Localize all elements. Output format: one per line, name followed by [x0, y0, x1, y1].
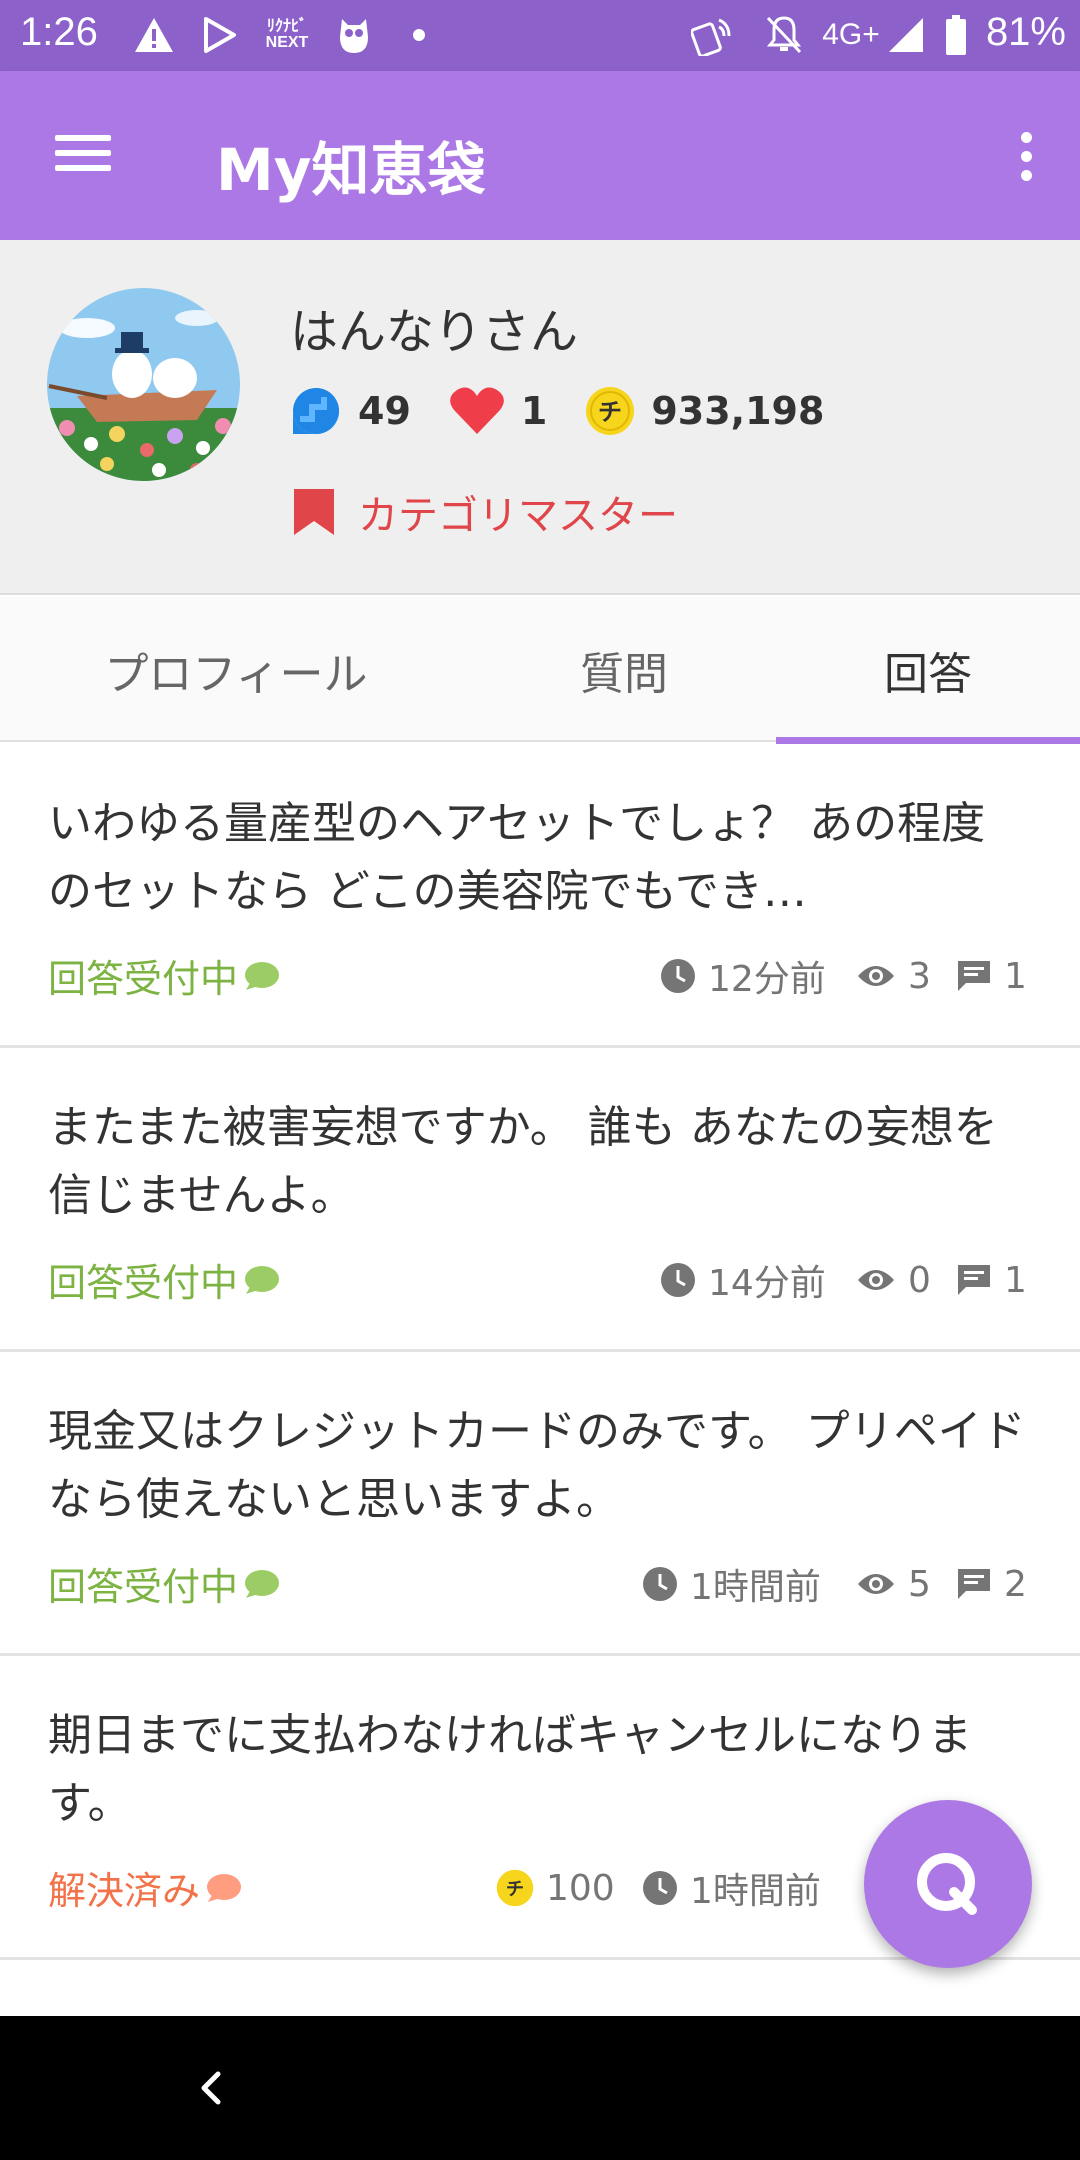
- time-metric: 1時間前: [642, 1560, 821, 1608]
- time-metric: 14分前: [660, 1256, 826, 1304]
- tab-profile[interactable]: プロフィール: [0, 597, 472, 742]
- tab-bar: プロフィール 質問 回答: [0, 597, 1080, 744]
- badge-label: カテゴリマスター: [358, 493, 678, 539]
- eye-icon: [858, 1574, 894, 1594]
- speech-bubble-icon: [207, 1873, 242, 1902]
- views-metric: 5: [856, 1560, 931, 1608]
- comments-metric: 1: [956, 1256, 1027, 1304]
- status-time: 1:26: [20, 10, 98, 54]
- views-metric: 0: [856, 1256, 931, 1304]
- coin-icon: チ: [496, 1869, 534, 1907]
- signal-icon: [888, 14, 924, 56]
- comment-icon: [958, 1569, 990, 1599]
- owl-icon: [334, 14, 374, 56]
- status-badge: 解決済み: [48, 1860, 242, 1915]
- clock-icon: [643, 1871, 677, 1905]
- answers-count: 49: [358, 389, 411, 433]
- tab-questions[interactable]: 質問: [472, 597, 776, 742]
- heart-icon: [450, 387, 504, 434]
- battery-percent: 81%: [985, 10, 1066, 54]
- svg-text:チ: チ: [598, 398, 622, 426]
- nfc-icon: [690, 14, 738, 56]
- app-bar: My知恵袋: [0, 71, 1080, 240]
- time-metric: 1時間前: [642, 1864, 821, 1912]
- play-store-icon: [200, 14, 240, 56]
- network-type: 4G+: [822, 18, 880, 51]
- answer-text: いわゆる量産型のヘアセットでしょ？ あの程度のセットなら どこの美容院でもでき…: [48, 798, 986, 917]
- battery-icon: [944, 14, 968, 56]
- active-tab-indicator: [776, 737, 1080, 744]
- answer-meta: 回答受付中 1時間前 5 2: [0, 1556, 1080, 1612]
- answer-meta: 回答受付中 14分前 0 1: [0, 1252, 1080, 1308]
- coins-count: 933,198: [651, 389, 825, 433]
- likes-count: 1: [520, 389, 548, 433]
- status-bar: 1:26 ﾘｸﾅﾋﾞ NEXT 4G+ 81%: [0, 0, 1080, 71]
- list-item[interactable]: いわゆる量産型のヘアセットでしょ？ あの程度のセットなら どこの美容院でもでき……: [0, 744, 1080, 1048]
- clock-icon: [661, 959, 695, 993]
- bookmark-icon: [294, 489, 334, 535]
- svg-text:チ: チ: [506, 1879, 524, 1900]
- speech-bubble-icon: [245, 961, 280, 990]
- list-item[interactable]: 現金又はクレジットカードのみです。 プリペイドなら使えないと思いますよ。 回答受…: [0, 1352, 1080, 1656]
- eye-icon: [858, 966, 894, 986]
- answer-count-icon: [293, 388, 339, 434]
- status-badge: 回答受付中: [48, 948, 280, 1003]
- speech-bubble-icon: [245, 1569, 280, 1598]
- comment-icon: [958, 961, 990, 991]
- answers-stat: 49: [290, 385, 411, 437]
- profile-stats: 49 1 チ 933,198: [290, 385, 862, 437]
- username: はんなりさん: [290, 304, 579, 360]
- category-master-badge[interactable]: カテゴリマスター: [292, 483, 678, 541]
- avatar[interactable]: [47, 288, 240, 481]
- coin-icon: チ: [586, 387, 635, 435]
- ask-question-button[interactable]: [864, 1800, 1032, 1968]
- profile-header: はんなりさん 49 1 チ 933,198 カテゴリマスター: [0, 240, 1080, 595]
- more-options-icon[interactable]: [1012, 127, 1040, 187]
- answer-text: 現金又はクレジットカードのみです。 プリペイドなら使えないと思いますよ。: [48, 1406, 1026, 1525]
- warning-icon: [132, 14, 176, 56]
- list-item[interactable]: またまた被害妄想ですか。 誰も あなたの妄想を信じませんよ。 回答受付中 14分…: [0, 1048, 1080, 1352]
- answer-text: 期日までに支払わなければキャンセルになります。: [48, 1710, 972, 1829]
- hamburger-menu-icon[interactable]: [50, 129, 116, 183]
- views-metric: 3: [856, 952, 931, 1000]
- clock-icon: [643, 1567, 677, 1601]
- clock-icon: [661, 1263, 695, 1297]
- comments-metric: 1: [956, 952, 1027, 1000]
- comments-metric: 2: [956, 1560, 1027, 1608]
- time-metric: 12分前: [660, 952, 826, 1000]
- page-title: My知恵袋: [216, 136, 486, 204]
- coins-stat: チ 933,198: [585, 386, 824, 436]
- back-icon[interactable]: [190, 2058, 230, 2118]
- comment-icon: [958, 1265, 990, 1295]
- speech-bubble-icon: [245, 1265, 280, 1294]
- answer-list: いわゆる量産型のヘアセットでしょ？ あの程度のセットなら どこの美容院でもでき……: [0, 744, 1080, 1960]
- coin-reward-metric: チ 100: [496, 1864, 615, 1912]
- system-navigation-bar: [0, 2016, 1080, 2160]
- mute-icon: [762, 14, 806, 56]
- answer-text: またまた被害妄想ですか。 誰も あなたの妄想を信じませんよ。: [48, 1102, 998, 1221]
- answer-meta: 回答受付中 12分前 3 1: [0, 948, 1080, 1004]
- likes-stat: 1: [449, 386, 547, 436]
- app-logo-icon: ﾘｸﾅﾋﾞ NEXT: [265, 18, 309, 51]
- status-badge: 回答受付中: [48, 1556, 280, 1611]
- status-badge: 回答受付中: [48, 1252, 280, 1307]
- q-icon: [917, 1853, 977, 1915]
- tab-answers[interactable]: 回答: [776, 597, 1080, 744]
- eye-icon: [858, 1270, 894, 1290]
- notification-dot-icon: [412, 14, 426, 56]
